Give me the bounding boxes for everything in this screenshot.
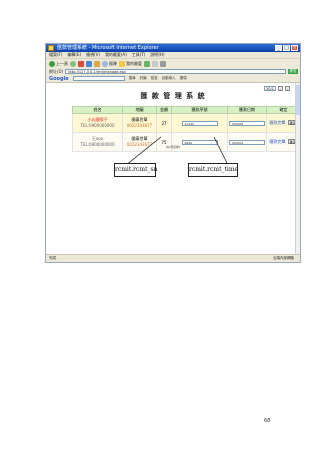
search-icon — [102, 60, 108, 67]
bank-cell: 國泰世華 0022343677 — [122, 113, 157, 133]
go-button[interactable]: 移至 — [288, 69, 298, 74]
vertical-scrollbar[interactable] — [295, 83, 300, 254]
header-name: 姓名 — [72, 106, 123, 114]
serial-input[interactable]: 6666 — [181, 139, 218, 145]
address-input[interactable]: http://127.0.0.1/rmt/manage.asp — [65, 69, 286, 74]
refresh-button[interactable] — [86, 60, 92, 67]
status-link[interactable]: 匯款完畢 — [269, 120, 285, 125]
maximize-button[interactable]: □ — [283, 45, 290, 51]
page-title: 匯 款 管 理 系 統 — [140, 91, 206, 100]
table-header-row: 姓名 地圖 金額 匯款序號 匯款日期 確定 — [72, 106, 300, 114]
close-button[interactable]: × — [291, 45, 298, 51]
status-text: 完成 — [49, 256, 56, 260]
stop-button[interactable] — [78, 60, 84, 67]
check-link[interactable]: 檢查 — [151, 76, 158, 81]
window-controls: _ □ × — [275, 45, 298, 51]
print-button[interactable] — [160, 60, 166, 67]
date-input[interactable]: 950401 — [229, 139, 265, 145]
google-search-link[interactable]: 搜尋 — [129, 76, 136, 81]
serial-input[interactable]: 12345 — [181, 120, 218, 126]
document-page-number: 68 — [264, 418, 271, 424]
google-logo: Google — [49, 75, 69, 82]
media-button[interactable] — [144, 60, 150, 67]
browser-window: 匯款管理系統 - Microsoft Internet Explorer _ □… — [45, 43, 301, 263]
stop-icon — [78, 60, 84, 67]
google-toolbar: Google 搜尋 封鎖 檢查 自動填入 選項 — [46, 75, 300, 83]
home-button[interactable] — [94, 60, 100, 67]
name-cell: 小丸國際子 TEL:0900000000 — [72, 113, 123, 133]
customer-phone: TEL:0900000000 — [80, 123, 115, 128]
ie-app-icon — [48, 45, 54, 51]
favorites-button[interactable]: 我的最愛 — [119, 60, 142, 67]
scrollbar-thumb[interactable] — [296, 85, 300, 115]
mail-icon — [152, 60, 158, 67]
serial-cell: 12345 — [171, 113, 228, 133]
status-link[interactable]: 匯款完畢 — [269, 139, 285, 144]
autofill-link[interactable]: 自動填入 — [162, 76, 176, 81]
address-bar: 網址(D) http://127.0.0.1/rmt/manage.asp 移至 — [46, 68, 300, 75]
search-label: 搜尋 — [109, 60, 117, 66]
window-title: 匯款管理系統 - Microsoft Internet Explorer — [57, 45, 159, 51]
favorites-star-icon — [119, 60, 125, 67]
forward-arrow-icon — [70, 60, 76, 67]
home-icon — [94, 60, 100, 67]
callout-rcmt-time: rcmit.rcmt_time — [188, 163, 238, 177]
record-count-note: 共2筆資料 — [166, 145, 180, 149]
address-label: 網址(D) — [49, 68, 64, 74]
table-row: 小丸國際子 TEL:0900000000 國泰世華 0022343677 27 … — [72, 113, 300, 133]
print-icon — [160, 60, 166, 67]
back-button[interactable]: 上一頁 — [49, 60, 68, 67]
favorites-label: 我的最愛 — [126, 60, 142, 66]
options-link[interactable]: 選項 — [180, 76, 187, 81]
refresh-icon — [86, 60, 92, 67]
back-arrow-icon — [49, 60, 55, 67]
amount-cell: 27 — [156, 113, 172, 133]
mail-button[interactable] — [152, 60, 158, 67]
google-search-input[interactable] — [72, 76, 125, 81]
toolbar: 上一頁 搜尋 我的最愛 — [46, 58, 300, 68]
bank-account: 0022343677 — [126, 123, 153, 128]
header-bank: 地圖 — [122, 106, 157, 114]
media-icon — [144, 60, 150, 67]
title-bar: 匯款管理系統 - Microsoft Internet Explorer _ □… — [46, 44, 300, 52]
header-serial: 匯款序號 — [171, 106, 228, 114]
header-date: 匯款日期 — [227, 106, 267, 114]
status-bar: 完成 近端內部網路 — [46, 254, 300, 262]
header-amount: 金額 — [156, 106, 172, 114]
popup-block-link[interactable]: 封鎖 — [140, 76, 147, 81]
back-label: 上一頁 — [56, 60, 68, 66]
minimize-button[interactable]: _ — [275, 45, 282, 51]
security-zone: 近端內部網路 — [273, 256, 294, 260]
forward-button[interactable] — [70, 60, 76, 67]
callout-rcmt-sn: rcmit.rcmt_sn — [114, 163, 157, 177]
search-button[interactable]: 搜尋 — [102, 60, 117, 67]
date-cell: 950401 — [227, 113, 267, 133]
date-input[interactable]: 950401 — [229, 120, 265, 126]
page-content: 20/1 ‹ › 匯 款 管 理 系 統 姓名 地圖 金額 匯款序號 匯款日期 … — [46, 83, 300, 254]
